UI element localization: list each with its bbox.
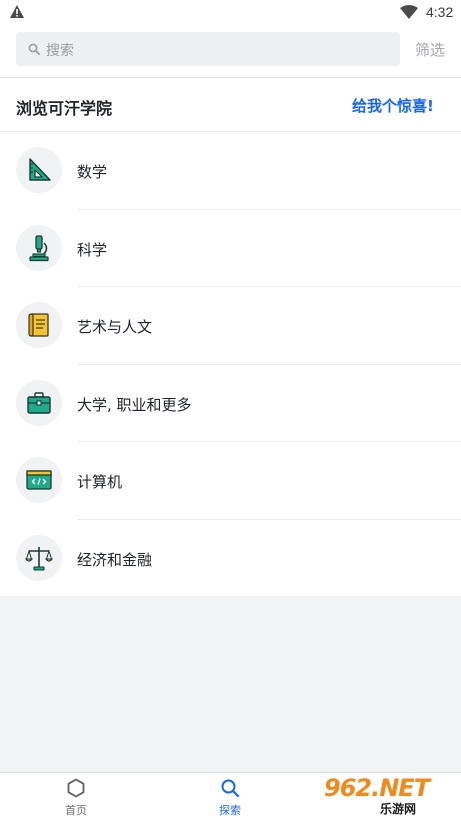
status-time: 4:32 <box>426 4 454 20</box>
browse-panel: 浏览可汗学院 给我个惊喜! 数学 科学 艺术与人文 大学, 职业和更多 计算机 … <box>0 78 461 597</box>
watermark-logo: 962.NET 乐游网 <box>318 772 461 820</box>
subject-label: 大学, 职业和更多 <box>77 395 192 414</box>
subject-item-science[interactable]: 科学 <box>0 210 461 287</box>
code-screen-icon <box>26 470 52 490</box>
surprise-me-button[interactable]: 给我个惊喜! <box>352 95 434 116</box>
page-title: 浏览可汗学院 <box>16 99 113 118</box>
subject-label: 经济和金融 <box>77 550 153 569</box>
tab-explore[interactable]: 探索 <box>190 773 270 820</box>
tab-label: 首页 <box>65 804 87 817</box>
subject-icon-container <box>16 302 62 348</box>
divider <box>0 596 461 597</box>
browse-header: 浏览可汗学院 给我个惊喜! <box>0 78 461 132</box>
subject-icon-container <box>16 224 62 271</box>
filter-button[interactable]: 筛选 <box>415 39 445 60</box>
search-icon <box>28 43 40 55</box>
subject-icon-container <box>16 534 62 581</box>
subject-item-economics[interactable]: 经济和金融 <box>0 520 461 597</box>
scroll-icon <box>28 313 49 337</box>
subject-item-math[interactable]: 数学 <box>0 132 461 210</box>
subject-label: 计算机 <box>77 473 123 491</box>
subject-item-arts-humanities[interactable]: 艺术与人文 <box>0 287 461 365</box>
search-bar: 搜索 筛选 <box>0 24 461 78</box>
tab-home[interactable]: 首页 <box>36 773 116 820</box>
briefcase-icon <box>27 391 51 414</box>
triangle-ruler-icon <box>29 158 51 181</box>
watermark-main-text: 962.NET <box>324 774 430 802</box>
balance-scale-icon <box>25 546 53 571</box>
tab-label: 探索 <box>219 804 241 817</box>
subject-label: 数学 <box>77 163 108 181</box>
subject-item-college-careers[interactable]: 大学, 职业和更多 <box>0 365 461 442</box>
search-placeholder: 搜索 <box>46 43 74 59</box>
subject-icon-container <box>16 457 62 503</box>
search-icon <box>221 779 240 798</box>
subject-icon-container <box>16 379 62 426</box>
warning-icon <box>10 5 24 18</box>
microscope-icon <box>29 234 49 261</box>
subject-label: 科学 <box>77 240 108 259</box>
search-input[interactable]: 搜索 <box>16 32 400 66</box>
hexagon-icon <box>67 778 85 798</box>
subject-item-computing[interactable]: 计算机 <box>0 442 461 520</box>
wifi-icon <box>400 5 418 19</box>
status-bar: 4:32 <box>0 0 461 24</box>
watermark-sub-text: 乐游网 <box>380 802 417 816</box>
subject-list: 数学 科学 艺术与人文 大学, 职业和更多 计算机 经济和金融 <box>0 132 461 597</box>
subject-icon-container <box>16 147 62 193</box>
subject-label: 艺术与人文 <box>77 318 153 336</box>
